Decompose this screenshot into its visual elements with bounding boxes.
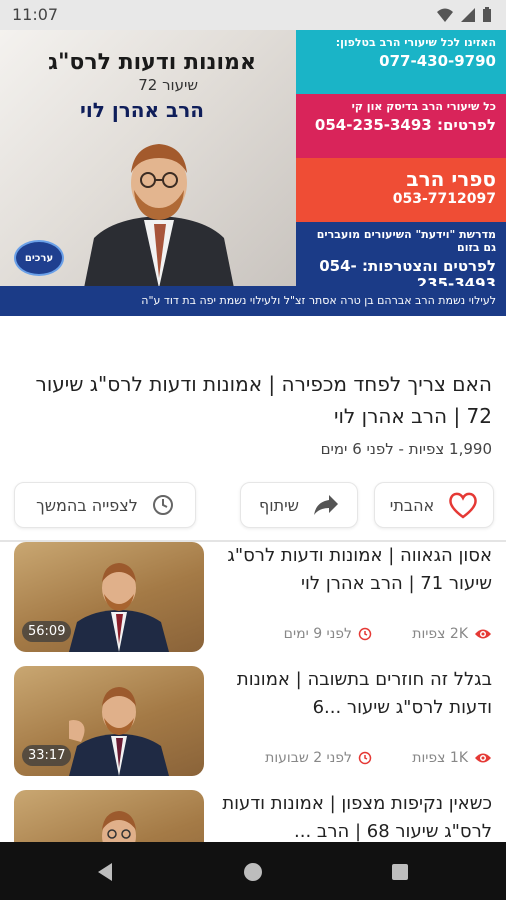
like-label: אהבתי — [389, 495, 435, 515]
status-icons — [436, 7, 492, 23]
panel-books: ספרי הרב 053-7712097 — [296, 158, 506, 222]
panel-disk: כל שיעורי הרב בדיסק און קי לפרטים: 054-2… — [296, 94, 506, 158]
age-label: לפני 9 ימים — [283, 626, 352, 642]
disk-line2: לפרטים: 054-235-3493 — [314, 116, 496, 134]
recents-icon[interactable] — [389, 861, 411, 883]
list-item-title: אסון הגאווה | אמונות ודעות לרס"ג שיעור 7… — [227, 545, 492, 594]
list-item-title: בגלל זה חוזרים בתשובה | אמונות ודעות לרס… — [236, 669, 492, 718]
thumbnail-person — [69, 687, 169, 776]
upload-age: לפני 9 ימים — [284, 626, 372, 642]
arachim-logo: ערכים — [14, 240, 64, 276]
rabbi-portrait — [84, 144, 234, 288]
system-nav-bar — [0, 842, 506, 900]
thumbnail-person — [102, 811, 136, 842]
eye-icon — [475, 629, 491, 639]
books-title: ספרי הרב — [406, 167, 496, 191]
hero-left-panel: אמונות ודעות לרס"ג שיעור 72 הרב אהרן לוי… — [0, 30, 296, 288]
wifi-icon — [437, 8, 453, 22]
age-label: לפני 2 שבועות — [265, 750, 352, 766]
share-icon — [314, 495, 339, 515]
hero-rabbi: הרב אהרן לוי — [80, 98, 204, 122]
list-item[interactable]: כשאין נקיפות מצפון | אמונות ודעות לרס"ג … — [0, 790, 506, 842]
list-item-meta: 1K צפיות לפני 2 שבועות — [222, 750, 492, 770]
hero-banner[interactable]: אמונות ודעות לרס"ג שיעור 72 הרב אהרן לוי… — [0, 30, 506, 316]
like-button[interactable]: אהבתי — [374, 482, 494, 528]
home-icon[interactable] — [242, 861, 264, 883]
battery-icon — [483, 7, 491, 22]
panel-phone: האזינו לכל שיעורי הרב בטלפון: 077-430-97… — [296, 30, 506, 94]
views-label: 2K צפיות — [412, 626, 468, 642]
disk-line1: כל שיעורי הרב בדיסק און קי — [351, 100, 496, 113]
hero-title: אמונות ודעות לרס"ג — [48, 50, 256, 75]
panel-school: מדרשת "וידעת" השיעורים מועברים גם בזום ל… — [296, 222, 506, 293]
status-time: 11:07 — [12, 5, 59, 24]
upload-age: לפני 2 שבועות — [265, 750, 372, 766]
logo-text: ערכים — [24, 252, 54, 264]
signal-icon — [461, 8, 475, 22]
views-label: 1K צפיות — [412, 750, 468, 766]
share-button[interactable]: שיתוף — [240, 482, 358, 528]
video-duration: 33:17 — [22, 745, 72, 766]
video-details: האם צריך לפחד מכפירה | אמונות ודעות לרס"… — [0, 316, 506, 842]
books-number: 053-7712097 — [392, 191, 496, 207]
views-count: 2K צפיות — [412, 626, 492, 642]
share-label: שיתוף — [258, 495, 300, 515]
list-item-title: כשאין נקיפות מצפון | אמונות ודעות לרס"ג … — [222, 793, 492, 842]
back-icon[interactable] — [94, 861, 116, 883]
list-item-meta: 2K צפיות לפני 9 ימים — [222, 626, 492, 646]
clock-icon — [358, 751, 372, 765]
status-bar: 11:07 — [0, 0, 506, 30]
video-meta: 1,990 צפיות - לפני 6 ימים — [320, 440, 492, 458]
hero-lesson: שיעור 72 — [138, 76, 198, 94]
list-item[interactable]: 56:09 אסון הגאווה | אמונות ודעות לרס"ג ש… — [0, 542, 506, 660]
action-bar: אהבתי שיתוף לצפייה בהמשך — [14, 482, 494, 528]
phone-line: האזינו לכל שיעורי הרב בטלפון: — [335, 36, 496, 49]
clock-icon — [152, 495, 173, 515]
related-videos-list: 56:09 אסון הגאווה | אמונות ודעות לרס"ג ש… — [0, 542, 506, 842]
video-thumbnail[interactable] — [14, 790, 204, 842]
list-item[interactable]: 33:17 בגלל זה חוזרים בתשובה | אמונות ודע… — [0, 666, 506, 784]
video-thumbnail[interactable]: 56:09 — [14, 542, 204, 652]
school-line1: מדרשת "וידעת" השיעורים מועברים גם בזום — [316, 228, 496, 254]
watch-later-button[interactable]: לצפייה בהמשך — [14, 482, 196, 528]
thumbnail-person — [69, 563, 169, 652]
heart-icon — [449, 492, 478, 519]
eye-icon — [475, 753, 491, 763]
watch-later-label: לצפייה בהמשך — [36, 495, 138, 515]
hero-info-panels: האזינו לכל שיעורי הרב בטלפון: 077-430-97… — [296, 30, 506, 293]
video-thumbnail[interactable]: 33:17 — [14, 666, 204, 776]
clock-icon — [358, 627, 372, 641]
video-title: האם צריך לפחד מכפירה | אמונות ודעות לרס"… — [35, 372, 492, 428]
phone-number: 077-430-9790 — [379, 52, 496, 70]
hero-dedication: לעילוי נשמת הרב אברהם בן טרה אסתר זצ"ל ו… — [0, 286, 506, 316]
views-count: 1K צפיות — [412, 750, 492, 766]
video-duration: 56:09 — [22, 621, 72, 642]
